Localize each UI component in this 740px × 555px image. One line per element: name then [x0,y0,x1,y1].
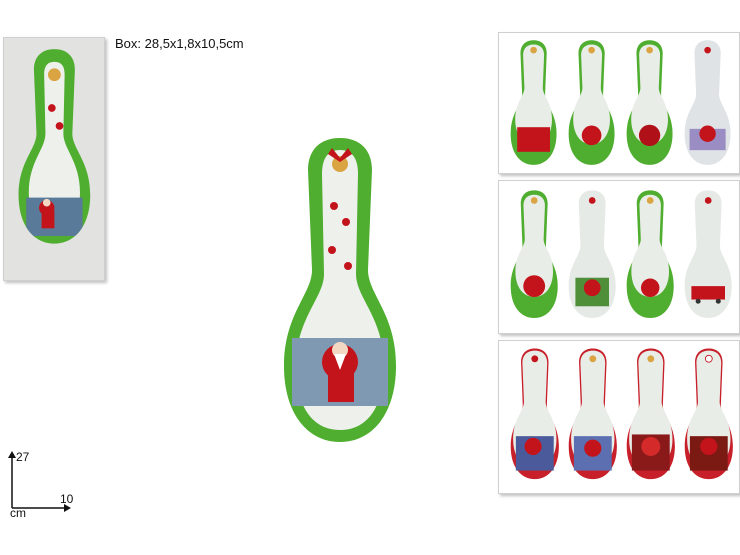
scale-width-value: 10 [60,492,74,506]
box-photo [3,37,105,281]
scale-height-value: 27 [16,450,30,464]
scale-indicator: 27 10 cm [6,448,86,520]
main-product-photo [280,130,400,450]
variant-grid-1-image [510,40,731,165]
box-photo-image [4,38,104,280]
scale-unit-label: cm [10,506,26,520]
variant-grid-3 [498,340,740,494]
variant-grid-1 [498,32,740,174]
variant-grid-3-image [510,348,733,480]
variant-grid-2 [498,180,740,334]
main-spoon-rest [284,138,396,442]
box-dimensions-label: Box: 28,5x1,8x10,5cm [115,36,244,51]
variant-grid-2-image [510,190,732,319]
